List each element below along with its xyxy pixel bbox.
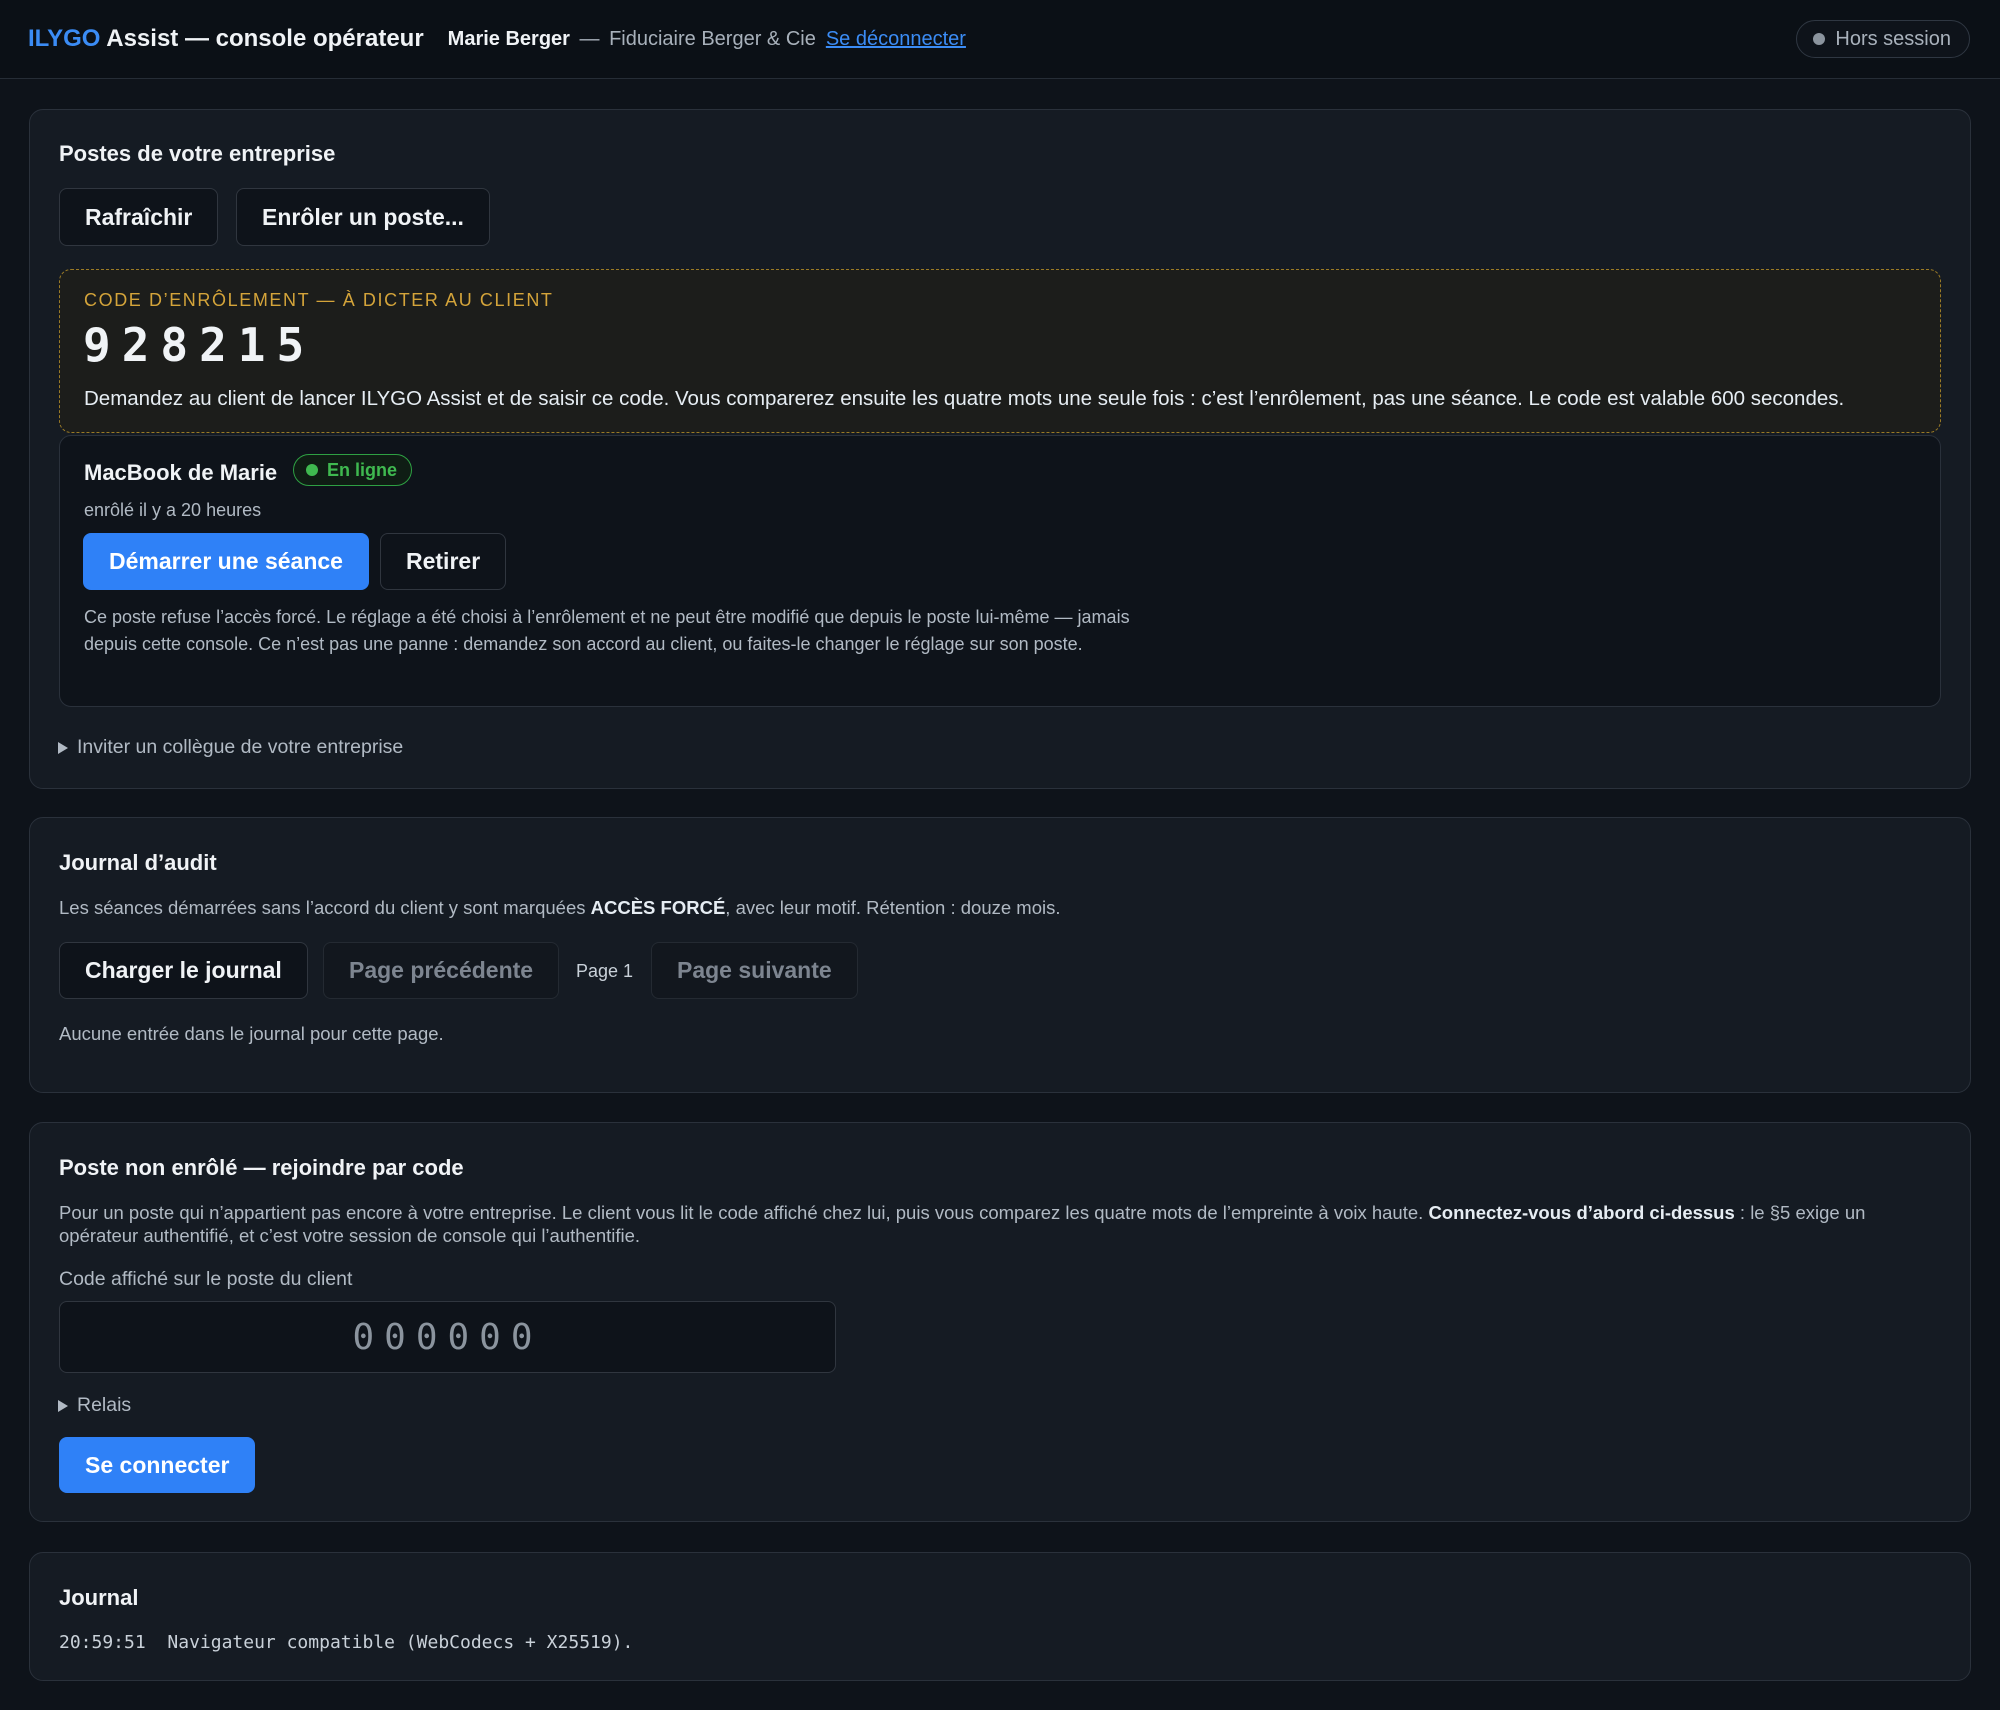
invite-colleague-toggle[interactable]: Inviter un collègue de votre entreprise — [58, 736, 403, 759]
login-first-emphasis: Connectez-vous d’abord ci-dessus — [1428, 1202, 1735, 1223]
operator-name: Marie Berger — [447, 27, 570, 50]
connect-button[interactable]: Se connecter — [59, 1437, 256, 1493]
company-name: Fiduciaire Berger & Cie — [609, 27, 816, 50]
relay-toggle[interactable]: Relais — [58, 1394, 131, 1417]
audit-desc-rest: , avec leur motif. Rétention : douze moi… — [725, 897, 1061, 918]
enrollment-code-label: CODE D’ENRÔLEMENT — À DICTER AU CLIENT — [84, 290, 554, 310]
device-status-badge: En ligne — [293, 454, 413, 486]
device-status-label: En ligne — [327, 459, 398, 480]
remove-device-button[interactable]: Retirer — [380, 533, 507, 590]
enrollment-code-box: CODE D’ENRÔLEMENT — À DICTER AU CLIENT 9… — [59, 269, 1941, 433]
audit-empty-message: Aucune entrée dans le journal pour cette… — [59, 1023, 444, 1044]
client-code-input[interactable] — [59, 1301, 836, 1373]
audit-panel-title: Journal d’audit — [59, 850, 217, 875]
enrollment-instructions: Demandez au client de lancer ILYGO Assis… — [84, 387, 1845, 410]
device-card: MacBook de Marie En ligne enrôlé il y a … — [59, 435, 1941, 707]
device-enrolled-time: enrôlé il y a 20 heures — [84, 500, 262, 520]
app-title: ILYGO Assist — console opérateur — [28, 25, 424, 53]
page-indicator: Page 1 — [576, 961, 634, 981]
relay-label: Relais — [77, 1394, 132, 1416]
status-dot-icon — [1813, 33, 1826, 45]
operator-info: Marie Berger — Fiduciaire Berger & Cie — [448, 28, 816, 51]
join-by-code-panel: Poste non enrôlé — rejoindre par code Po… — [29, 1122, 1971, 1522]
session-status-badge: Hors session — [1796, 20, 1970, 58]
devices-panel-title: Postes de votre entreprise — [59, 141, 336, 166]
brand-name: ILYGO — [28, 25, 101, 52]
device-name: MacBook de Marie — [84, 460, 278, 485]
invite-colleague-label: Inviter un collègue de votre entreprise — [77, 736, 404, 758]
logout-link[interactable]: Se déconnecter — [826, 28, 966, 51]
audit-description: Les séances démarrées sans l’accord du c… — [59, 897, 1061, 919]
join-desc-text: Pour un poste qui n’appartient pas encor… — [59, 1202, 1429, 1223]
disclosure-triangle-icon — [58, 741, 68, 754]
log-message: Navigateur compatible (WebCodecs + X2551… — [167, 1632, 634, 1653]
disclosure-triangle-icon — [58, 1399, 68, 1412]
enrollment-code: 928215 — [83, 318, 316, 372]
forced-access-term: ACCÈS FORCÉ — [590, 897, 726, 918]
load-audit-button[interactable]: Charger le journal — [59, 942, 308, 999]
log-panel-title: Journal — [59, 1585, 139, 1610]
session-status-label: Hors session — [1835, 27, 1951, 50]
top-bar: ILYGO Assist — console opérateur Marie B… — [0, 0, 2000, 79]
next-page-button[interactable]: Page suivante — [651, 942, 858, 999]
forced-access-note: Ce poste refuse l’accès forcé. Le réglag… — [84, 607, 1130, 654]
audit-desc-text: Les séances démarrées sans l’accord du c… — [59, 897, 591, 918]
join-panel-title: Poste non enrôlé — rejoindre par code — [59, 1155, 464, 1180]
refresh-button[interactable]: Rafraîchir — [59, 188, 219, 246]
devices-panel: Postes de votre entreprise Rafraîchir En… — [29, 109, 1971, 789]
start-session-button[interactable]: Démarrer une séance — [83, 533, 369, 590]
client-code-label: Code affiché sur le poste du client — [59, 1268, 353, 1290]
log-panel: Journal 20:59:51 Navigateur compatible (… — [29, 1552, 1971, 1681]
enroll-device-button[interactable]: Enrôler un poste... — [236, 188, 490, 246]
join-description: Pour un poste qui n’appartient pas encor… — [59, 1201, 1949, 1247]
operator-separator: — — [579, 27, 600, 50]
audit-panel: Journal d’audit Les séances démarrées sa… — [29, 817, 1971, 1093]
log-entry: 20:59:51 Navigateur compatible (WebCodec… — [59, 1632, 633, 1653]
online-dot-icon — [306, 464, 318, 476]
log-timestamp: 20:59:51 — [59, 1632, 146, 1653]
previous-page-button[interactable]: Page précédente — [323, 942, 560, 999]
app-subtitle: Assist — console opérateur — [100, 25, 424, 52]
